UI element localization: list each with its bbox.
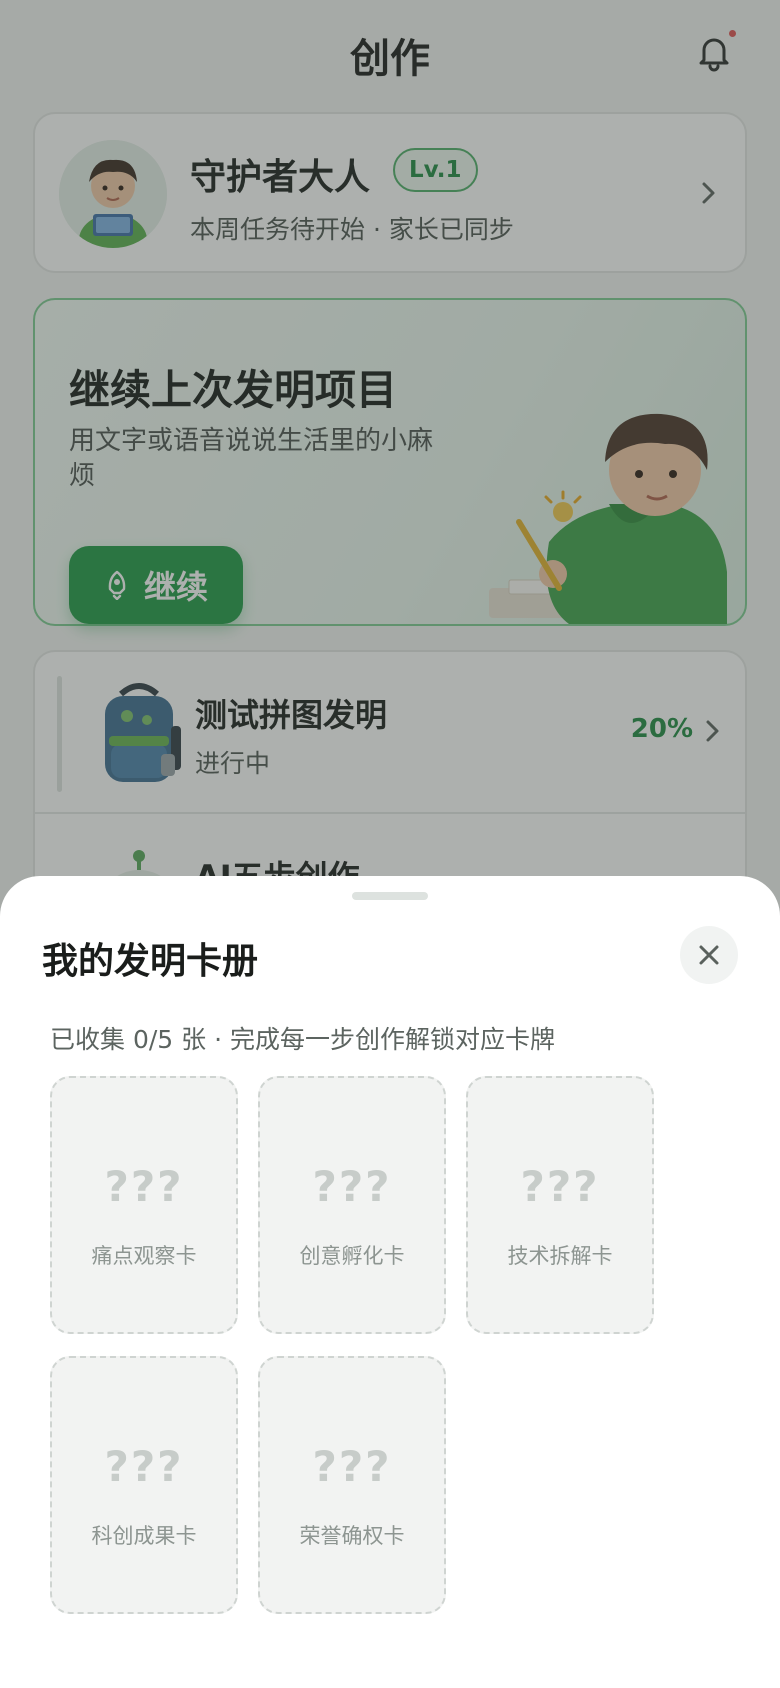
collection-summary: 已收集 0/5 张 · 完成每一步创作解锁对应卡牌 [50, 1025, 555, 1054]
locked-placeholder: ??? [520, 1162, 600, 1211]
close-button[interactable] [680, 926, 738, 984]
locked-card-slot[interactable]: ??? 技术拆解卡 [466, 1076, 654, 1334]
locked-placeholder: ??? [104, 1442, 184, 1491]
locked-card-slot[interactable]: ??? 创意孵化卡 [258, 1076, 446, 1334]
locked-card-slot[interactable]: ??? 痛点观察卡 [50, 1076, 238, 1334]
card-label: 技术拆解卡 [507, 1244, 613, 1268]
card-label: 痛点观察卡 [91, 1244, 197, 1268]
create-page: 创作 守护者大人 Lv.1 本周任务待开始 · 家长已同步 继续上次发明项目 用… [0, 0, 780, 1688]
locked-card-slot[interactable]: ??? 荣誉确权卡 [258, 1356, 446, 1614]
card-label: 科创成果卡 [91, 1524, 197, 1548]
drag-handle[interactable] [352, 892, 428, 900]
card-label: 创意孵化卡 [299, 1244, 405, 1268]
close-icon [699, 945, 719, 965]
locked-placeholder: ??? [312, 1162, 392, 1211]
sheet-title: 我的发明卡册 [42, 941, 259, 982]
card-album-sheet: 我的发明卡册 已收集 0/5 张 · 完成每一步创作解锁对应卡牌 ??? 痛点观… [0, 876, 780, 1688]
locked-card-slot[interactable]: ??? 科创成果卡 [50, 1356, 238, 1614]
locked-placeholder: ??? [312, 1442, 392, 1491]
card-label: 荣誉确权卡 [299, 1524, 405, 1548]
locked-placeholder: ??? [104, 1162, 184, 1211]
